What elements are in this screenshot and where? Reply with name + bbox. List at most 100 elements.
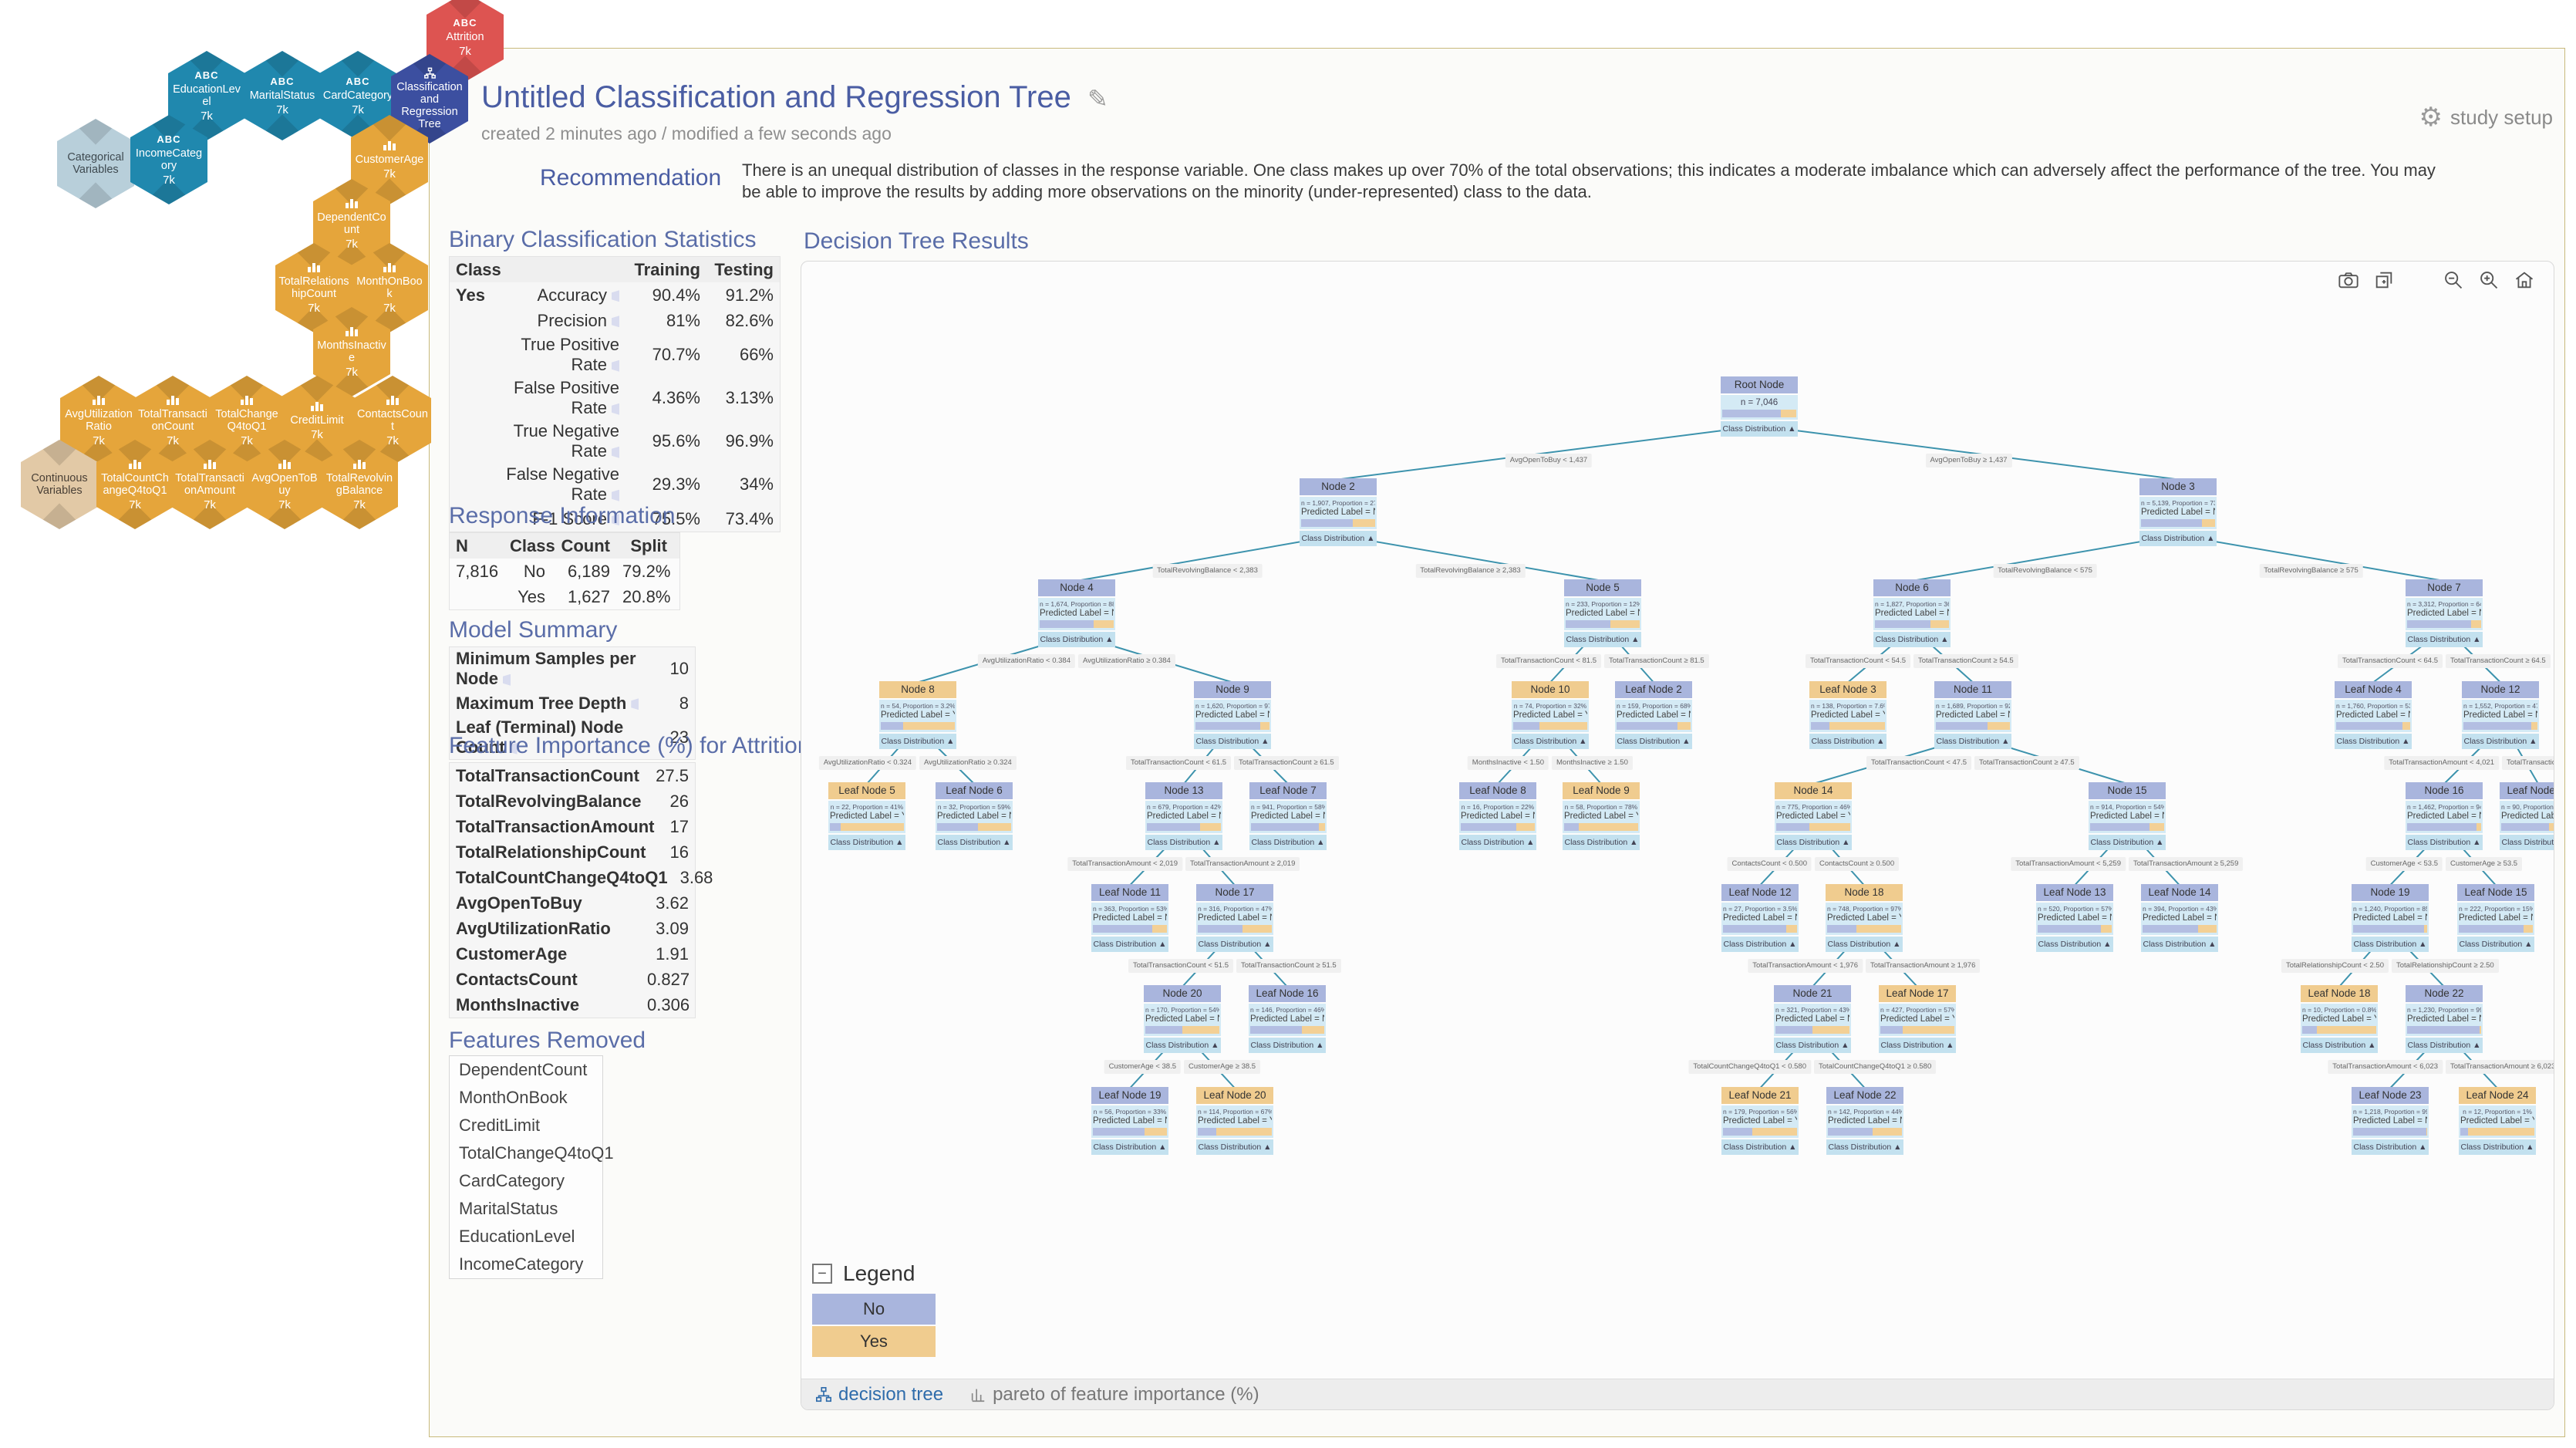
tree-leaf-node[interactable]: Leaf Node 3n = 138, Proportion = 7.6%Pre… xyxy=(1809,681,1886,749)
class-distribution-toggle[interactable]: Class Distribution ▲ xyxy=(828,835,905,850)
class-distribution-toggle[interactable]: Class Distribution ▲ xyxy=(1038,632,1115,647)
tab-pareto[interactable]: pareto of feature importance (%) xyxy=(969,1384,1259,1406)
class-distribution-toggle[interactable]: Class Distribution ▲ xyxy=(1512,734,1589,749)
class-distribution-toggle[interactable]: Class Distribution ▲ xyxy=(1826,937,1903,952)
zoom-in-icon[interactable] xyxy=(2478,269,2500,291)
tree-node[interactable]: Node 22n = 1,230, Proportion = 99%Predic… xyxy=(2406,985,2483,1053)
tree-node[interactable]: Node 2n = 1,907, Proportion = 27%Predict… xyxy=(1300,478,1377,546)
class-distribution-toggle[interactable]: Class Distribution ▲ xyxy=(2500,835,2554,850)
class-distribution-toggle[interactable]: Class Distribution ▲ xyxy=(1091,1139,1168,1155)
tree-leaf-node[interactable]: Leaf Node 20n = 114, Proportion = 67%Pre… xyxy=(1196,1087,1273,1155)
class-distribution-toggle[interactable]: Class Distribution ▲ xyxy=(2457,937,2534,952)
tree-leaf-node[interactable]: Leaf Node 22n = 142, Proportion = 44%Pre… xyxy=(1826,1087,1903,1155)
class-distribution-toggle[interactable]: Class Distribution ▲ xyxy=(1091,937,1168,952)
tree-leaf-node[interactable]: Leaf Node 12n = 27, Proportion = 3.5%Pre… xyxy=(1721,884,1799,952)
tree-node[interactable]: Node 18n = 748, Proportion = 97%Predicte… xyxy=(1826,884,1903,952)
tree-node[interactable]: Node 4n = 1,674, Proportion = 88%Predict… xyxy=(1038,579,1115,647)
class-distribution-toggle[interactable]: Class Distribution ▲ xyxy=(2335,734,2412,749)
tree-node[interactable]: Node 11n = 1,689, Proportion = 92%Predic… xyxy=(1934,681,2011,749)
tree-node[interactable]: Node 6n = 1,827, Proportion = 36%Predict… xyxy=(1873,579,1951,647)
hex-MaritalStatus[interactable]: ABCMaritalStatus7k xyxy=(244,51,321,140)
class-distribution-toggle[interactable]: Class Distribution ▲ xyxy=(936,835,1013,850)
hex-Categorical-Variables[interactable]: Categorical Variables xyxy=(57,119,134,208)
tree-leaf-node[interactable]: Leaf Node 6n = 32, Proportion = 59%Predi… xyxy=(936,782,1013,850)
tree-node[interactable]: Node 16n = 1,462, Proportion = 94%Predic… xyxy=(2406,782,2483,850)
tree-leaf-node[interactable]: Leaf Node 23n = 1,218, Proportion = 99%P… xyxy=(2352,1087,2429,1155)
tree-canvas[interactable]: − Legend NoYes Root Noden = 7,046Class D… xyxy=(801,262,2554,1380)
class-distribution-toggle[interactable]: Class Distribution ▲ xyxy=(2406,835,2483,850)
class-distribution-toggle[interactable]: Class Distribution ▲ xyxy=(1721,421,1798,437)
tree-node[interactable]: Node 20n = 170, Proportion = 54%Predicte… xyxy=(1144,985,1221,1053)
tab-decision-tree[interactable]: decision tree xyxy=(815,1384,943,1406)
tree-leaf-node[interactable]: Leaf Node 5n = 22, Proportion = 41%Predi… xyxy=(828,782,905,850)
zoom-out-icon[interactable] xyxy=(2443,269,2464,291)
tree-node[interactable]: Node 7n = 3,312, Proportion = 64%Predict… xyxy=(2406,579,2483,647)
class-distribution-toggle[interactable]: Class Distribution ▲ xyxy=(1774,1038,1851,1053)
tree-leaf-node[interactable]: Leaf Node 8n = 16, Proportion = 22%Predi… xyxy=(1459,782,1536,850)
tree-leaf-node[interactable]: Leaf Node 7n = 941, Proportion = 58%Pred… xyxy=(1249,782,1327,850)
legend-collapse-button[interactable]: − xyxy=(812,1264,832,1284)
tree-leaf-node[interactable]: Leaf Node 21n = 179, Proportion = 56%Pre… xyxy=(1721,1087,1799,1155)
class-distribution-toggle[interactable]: Class Distribution ▲ xyxy=(1144,1038,1221,1053)
class-distribution-toggle[interactable]: Class Distribution ▲ xyxy=(1721,937,1799,952)
tree-leaf-node[interactable]: Leaf Node 14n = 394, Proportion = 43%Pre… xyxy=(2141,884,2218,952)
study-setup-button[interactable]: ⚙ study setup xyxy=(2419,102,2553,133)
class-distribution-toggle[interactable]: Class Distribution ▲ xyxy=(2089,835,2166,850)
tree-node[interactable]: Node 12n = 1,552, Proportion = 47%Predic… xyxy=(2462,681,2539,749)
copy-chart-icon[interactable] xyxy=(2373,269,2395,291)
class-distribution-toggle[interactable]: Class Distribution ▲ xyxy=(2141,937,2218,952)
class-distribution-toggle[interactable]: Class Distribution ▲ xyxy=(2459,1139,2536,1155)
class-distribution-toggle[interactable]: Class Distribution ▲ xyxy=(2301,1038,2378,1053)
edit-title-icon[interactable]: ✎ xyxy=(1087,85,1108,113)
class-distribution-toggle[interactable]: Class Distribution ▲ xyxy=(1196,937,1273,952)
tree-leaf-node[interactable]: Leaf Node 9n = 58, Proportion = 78%Predi… xyxy=(1563,782,1640,850)
tree-node[interactable]: Node 10n = 74, Proportion = 32%Predicted… xyxy=(1512,681,1589,749)
tree-node[interactable]: Node 9n = 1,620, Proportion = 97%Predict… xyxy=(1194,681,1271,749)
class-distribution-toggle[interactable]: Class Distribution ▲ xyxy=(1564,632,1641,647)
tree-node[interactable]: Node 13n = 679, Proportion = 42%Predicte… xyxy=(1145,782,1222,850)
tree-node[interactable]: Node 8n = 54, Proportion = 3.2%Predicted… xyxy=(879,681,956,749)
snapshot-icon[interactable] xyxy=(2338,269,2359,291)
class-distribution-toggle[interactable]: Class Distribution ▲ xyxy=(2139,531,2217,546)
tree-node[interactable]: Node 17n = 316, Proportion = 47%Predicte… xyxy=(1196,884,1273,952)
class-distribution-toggle[interactable]: Class Distribution ▲ xyxy=(2406,1038,2483,1053)
class-distribution-toggle[interactable]: Class Distribution ▲ xyxy=(1934,734,2011,749)
class-distribution-toggle[interactable]: Class Distribution ▲ xyxy=(1459,835,1536,850)
legend-item-yes[interactable]: Yes xyxy=(812,1326,936,1357)
class-distribution-toggle[interactable]: Class Distribution ▲ xyxy=(1249,1038,1326,1053)
class-distribution-toggle[interactable]: Class Distribution ▲ xyxy=(1300,531,1377,546)
class-distribution-toggle[interactable]: Class Distribution ▲ xyxy=(1775,835,1852,850)
tree-node[interactable]: Node 14n = 775, Proportion = 46%Predicte… xyxy=(1775,782,1852,850)
reset-view-home-icon[interactable] xyxy=(2514,269,2535,291)
tree-leaf-node[interactable]: Leaf Node 17n = 427, Proportion = 57%Pre… xyxy=(1879,985,1956,1053)
tree-leaf-node[interactable]: Leaf Node 11n = 363, Proportion = 53%Pre… xyxy=(1091,884,1168,952)
tree-leaf-node[interactable]: Leaf Node 19n = 56, Proportion = 33%Pred… xyxy=(1091,1087,1168,1155)
legend-item-no[interactable]: No xyxy=(812,1294,936,1325)
tree-leaf-node[interactable]: Leaf Node 13n = 520, Proportion = 57%Pre… xyxy=(2036,884,2113,952)
class-distribution-toggle[interactable]: Class Distribution ▲ xyxy=(2036,937,2113,952)
class-distribution-toggle[interactable]: Class Distribution ▲ xyxy=(2406,632,2483,647)
class-distribution-toggle[interactable]: Class Distribution ▲ xyxy=(1826,1139,1903,1155)
class-distribution-toggle[interactable]: Class Distribution ▲ xyxy=(1615,734,1692,749)
tree-node[interactable]: Node 5n = 233, Proportion = 12%Predicted… xyxy=(1564,579,1641,647)
class-distribution-toggle[interactable]: Class Distribution ▲ xyxy=(1809,734,1886,749)
class-distribution-toggle[interactable]: Class Distribution ▲ xyxy=(2462,734,2539,749)
tree-leaf-node[interactable]: Leaf Node 10n = 90, Proportion = 5.8%Pre… xyxy=(2500,782,2554,850)
class-distribution-toggle[interactable]: Class Distribution ▲ xyxy=(1563,835,1640,850)
class-distribution-toggle[interactable]: Class Distribution ▲ xyxy=(1879,1038,1956,1053)
tree-node[interactable]: Root Noden = 7,046Class Distribution ▲ xyxy=(1721,376,1798,437)
class-distribution-toggle[interactable]: Class Distribution ▲ xyxy=(1145,835,1222,850)
class-distribution-toggle[interactable]: Class Distribution ▲ xyxy=(1196,1139,1273,1155)
tree-node[interactable]: Node 21n = 321, Proportion = 43%Predicte… xyxy=(1774,985,1851,1053)
tree-leaf-node[interactable]: Leaf Node 2n = 159, Proportion = 68%Pred… xyxy=(1615,681,1692,749)
tree-leaf-node[interactable]: Leaf Node 15n = 222, Proportion = 15%Pre… xyxy=(2457,884,2534,952)
class-distribution-toggle[interactable]: Class Distribution ▲ xyxy=(2352,1139,2429,1155)
tree-leaf-node[interactable]: Leaf Node 4n = 1,760, Proportion = 53%Pr… xyxy=(2335,681,2412,749)
class-distribution-toggle[interactable]: Class Distribution ▲ xyxy=(1194,734,1271,749)
class-distribution-toggle[interactable]: Class Distribution ▲ xyxy=(1249,835,1327,850)
tree-node[interactable]: Node 3n = 5,139, Proportion = 73%Predict… xyxy=(2139,478,2217,546)
class-distribution-toggle[interactable]: Class Distribution ▲ xyxy=(879,734,956,749)
tree-leaf-node[interactable]: Leaf Node 18n = 10, Proportion = 0.8%Pre… xyxy=(2301,985,2378,1053)
tree-node[interactable]: Node 15n = 914, Proportion = 54%Predicte… xyxy=(2089,782,2166,850)
tree-leaf-node[interactable]: Leaf Node 16n = 146, Proportion = 46%Pre… xyxy=(1249,985,1326,1053)
